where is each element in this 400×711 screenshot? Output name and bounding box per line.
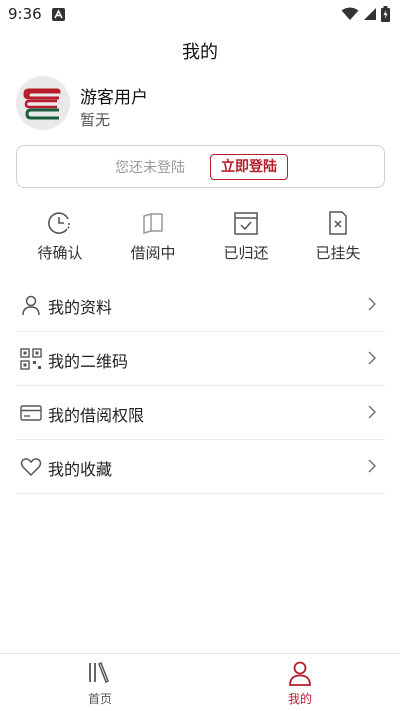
status-label: 待确认 xyxy=(37,244,83,262)
status-item-pending[interactable]: 待确认 xyxy=(20,210,100,263)
menu-item-profile[interactable]: 我的资料 xyxy=(16,278,385,332)
wifi-icon xyxy=(341,7,359,20)
login-button[interactable]: 立即登陆 xyxy=(210,154,288,180)
calendar-check-icon xyxy=(234,212,258,235)
status-bar: 9:36 xyxy=(0,0,400,28)
tab-label: 我的 xyxy=(287,692,312,706)
status-item-lost[interactable]: 已挂失 xyxy=(298,210,378,263)
menu-item-label: 我的借阅权限 xyxy=(48,406,145,425)
notification-a-icon xyxy=(52,8,65,21)
status-item-returned[interactable]: 已归还 xyxy=(206,210,286,263)
document-x-icon xyxy=(329,211,347,235)
heart-icon xyxy=(20,458,42,477)
tab-mine[interactable]: 我的 xyxy=(260,660,340,707)
menu-item-label: 我的资料 xyxy=(48,298,113,317)
qr-code-icon xyxy=(20,348,42,370)
chevron-right-icon xyxy=(368,351,377,365)
book-open-icon xyxy=(143,213,163,234)
tab-label: 首页 xyxy=(87,692,112,706)
menu-item-label: 我的收藏 xyxy=(48,460,113,479)
user-subtitle: 暂无 xyxy=(80,111,111,129)
page-title: 我的 xyxy=(182,42,218,63)
menu-list: 我的资料 我的二维码 我的借阅权限 我的收藏 xyxy=(16,278,385,494)
menu-item-label: 我的二维码 xyxy=(48,352,129,371)
status-label: 借阅中 xyxy=(130,244,176,262)
status-icons xyxy=(341,6,390,22)
user-name: 游客用户 xyxy=(80,88,148,108)
card-icon xyxy=(20,405,42,421)
menu-item-favorites[interactable]: 我的收藏 xyxy=(16,440,385,494)
books-logo-icon xyxy=(23,88,61,120)
login-card: 您还未登陆 立即登陆 xyxy=(16,145,385,188)
borrow-status-row: 待确认 借阅中 已归还 已挂失 xyxy=(0,210,400,266)
chevron-right-icon xyxy=(368,405,377,419)
menu-item-borrow-permission[interactable]: 我的借阅权限 xyxy=(16,386,385,440)
person-icon xyxy=(289,661,311,686)
status-item-borrowing[interactable]: 借阅中 xyxy=(113,210,193,263)
avatar[interactable] xyxy=(16,76,70,130)
chevron-right-icon xyxy=(368,297,377,311)
battery-icon xyxy=(381,6,390,22)
person-icon xyxy=(22,295,40,316)
tab-home[interactable]: 首页 xyxy=(60,660,140,707)
library-icon xyxy=(89,661,109,684)
status-time: 9:36 xyxy=(8,5,42,23)
status-label: 已归还 xyxy=(223,244,269,262)
chevron-right-icon xyxy=(368,459,377,473)
clock-pending-icon xyxy=(48,212,70,234)
signal-icon xyxy=(364,8,376,20)
login-prompt: 您还未登陆 xyxy=(115,160,185,176)
menu-item-qrcode[interactable]: 我的二维码 xyxy=(16,332,385,386)
bottom-tab-bar: 首页 我的 xyxy=(0,653,400,711)
status-label: 已挂失 xyxy=(315,244,361,262)
